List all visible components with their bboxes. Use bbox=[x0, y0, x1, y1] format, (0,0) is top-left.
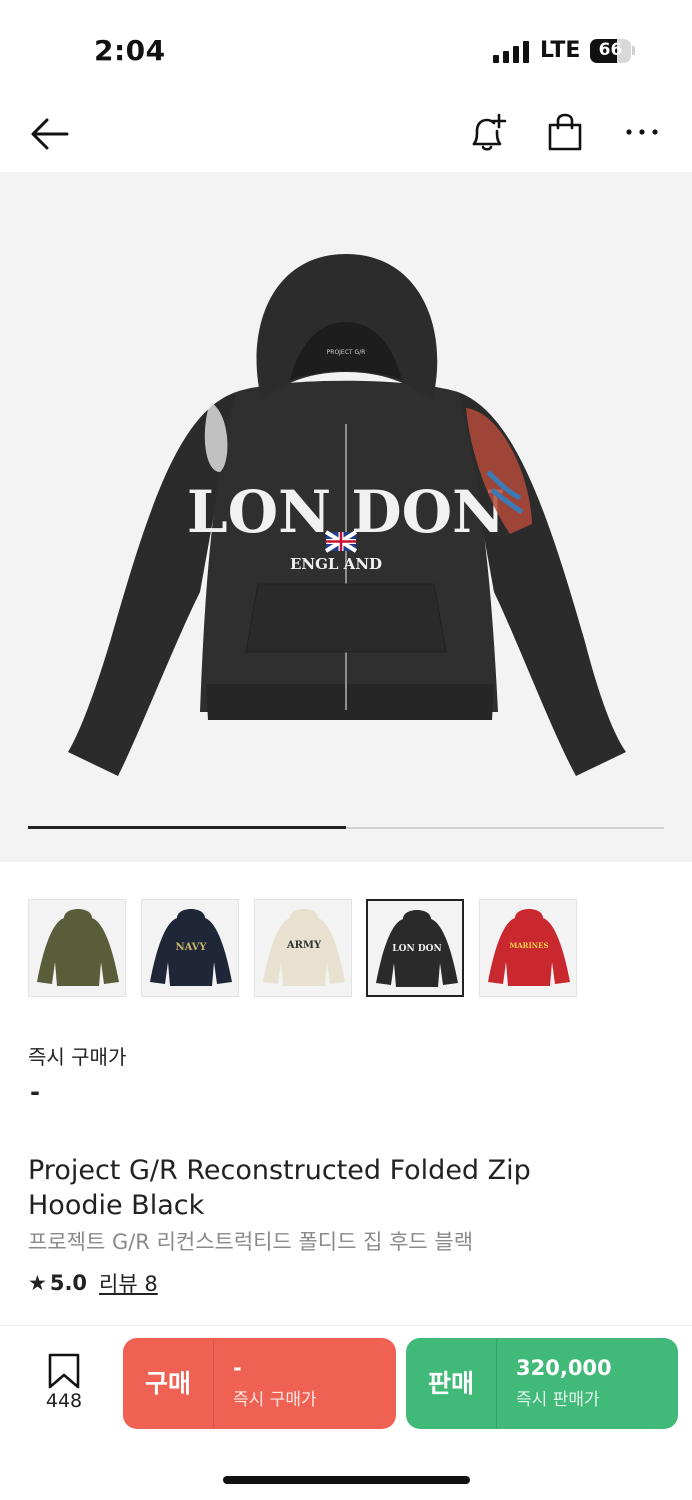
rating-score: 5.0 bbox=[49, 1271, 88, 1295]
hoodie-thumbnail-image: LON DON bbox=[376, 910, 458, 987]
product-title: Project G/R Reconstructed Folded Zip Hoo… bbox=[28, 1155, 531, 1221]
hoodie-thumbnail-image: NAVY bbox=[150, 909, 232, 986]
instant-buy-price-label: 즉시 구매가 bbox=[28, 1045, 127, 1069]
print-sub-lettering: ENGL AND bbox=[290, 555, 382, 573]
thumbnail-print: LON DON bbox=[392, 944, 441, 954]
wishlist-count: 448 bbox=[45, 1390, 83, 1412]
thumbnail-print: MARINES bbox=[509, 941, 548, 950]
thumbnail-print: NAVY bbox=[175, 942, 207, 953]
thumbnail-red[interactable]: MARINES bbox=[479, 899, 577, 997]
buy-button-label: 구매 bbox=[144, 1369, 191, 1398]
instant-buy-price-value: - bbox=[30, 1078, 40, 1106]
thumbnail-navy[interactable]: NAVY bbox=[141, 899, 239, 997]
sell-button[interactable]: 판매 320,000 즉시 판매가 bbox=[406, 1338, 678, 1429]
bottom-bar-divider bbox=[0, 1325, 692, 1326]
network-type: LTE bbox=[540, 38, 581, 63]
thumbnail-cream[interactable]: ARMY bbox=[254, 899, 352, 997]
hoodie-thumbnail-image: ARMY bbox=[263, 909, 345, 986]
gallery-progress-fill bbox=[28, 826, 346, 829]
shopping-bag-icon bbox=[548, 113, 582, 151]
thumbnail-print: ARMY bbox=[286, 940, 322, 951]
more-button[interactable] bbox=[624, 122, 660, 142]
signal-icon bbox=[493, 41, 529, 63]
sell-button-price: 320,000 bbox=[516, 1356, 612, 1380]
review-link[interactable]: 리뷰 8 bbox=[99, 1268, 158, 1298]
wishlist-button[interactable] bbox=[44, 1351, 84, 1391]
product-subtitle: 프로젝트 G/R 리컨스트럭티드 폴디드 집 후드 블랙 bbox=[28, 1230, 474, 1254]
rating-row: ★ 5.0 리뷰 8 bbox=[28, 1268, 158, 1298]
star-icon: ★ bbox=[28, 1271, 47, 1295]
buy-button-price: - bbox=[233, 1356, 242, 1380]
brand-tag: PROJECT G/R bbox=[327, 349, 366, 356]
thumbnail-black[interactable]: LON DON bbox=[366, 899, 464, 997]
sell-button-divider bbox=[496, 1338, 497, 1429]
battery-level: 66 bbox=[598, 40, 623, 60]
battery-icon: 66 bbox=[590, 39, 631, 63]
cart-button[interactable] bbox=[546, 112, 584, 152]
buy-button-sublabel: 즉시 구매가 bbox=[233, 1390, 317, 1410]
alert-button[interactable] bbox=[466, 112, 508, 154]
hoodie-thumbnail-image bbox=[37, 909, 119, 986]
buy-button[interactable]: 구매 - 즉시 구매가 bbox=[123, 1338, 396, 1429]
more-horizontal-icon bbox=[626, 129, 658, 135]
back-button[interactable] bbox=[28, 114, 70, 154]
product-image-gallery[interactable]: LON DON ENGL AND PROJECT G/R bbox=[0, 172, 692, 862]
arrow-left-icon bbox=[31, 118, 69, 150]
product-image: LON DON ENGL AND PROJECT G/R bbox=[68, 254, 626, 776]
thumbnail-olive[interactable] bbox=[28, 899, 126, 997]
buy-button-divider bbox=[213, 1338, 214, 1429]
hoodie-thumbnail-image: MARINES bbox=[488, 909, 570, 986]
home-indicator[interactable] bbox=[223, 1476, 470, 1484]
bookmark-icon bbox=[48, 1353, 80, 1389]
bell-plus-icon bbox=[472, 113, 507, 151]
sell-button-sublabel: 즉시 판매가 bbox=[516, 1390, 600, 1410]
battery-tip bbox=[632, 46, 635, 55]
status-time: 2:04 bbox=[94, 34, 166, 67]
sell-button-label: 판매 bbox=[427, 1369, 474, 1398]
